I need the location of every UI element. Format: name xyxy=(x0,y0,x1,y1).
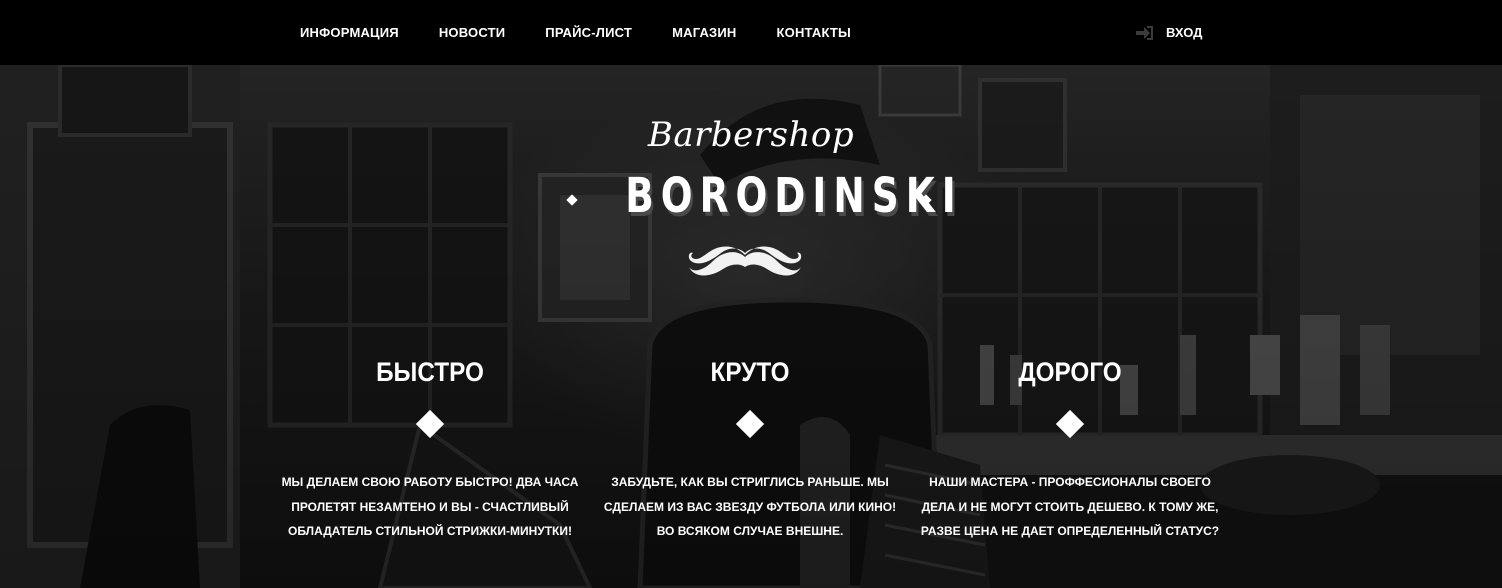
nav-item-price-list[interactable]: ПРАЙС-ЛИСТ xyxy=(545,25,632,40)
logo-script-text: Barbershop xyxy=(647,115,855,155)
logo-left-diamond-icon xyxy=(566,194,578,206)
login-link[interactable]: ВХОД xyxy=(1135,0,1202,65)
feature-fast: БЫСТРО Мы делаем свою работу быстро! Два… xyxy=(275,357,585,544)
diamond-icon xyxy=(1055,409,1085,439)
logo: BORODINSKI xyxy=(560,168,963,230)
sign-in-icon xyxy=(1136,25,1153,40)
main-menu: ИНФОРМАЦИЯ НОВОСТИ ПРАЙС-ЛИСТ МАГАЗИН КО… xyxy=(300,0,891,65)
nav-item-contacts[interactable]: КОНТАКТЫ xyxy=(777,25,851,40)
feature-title: ДОРОГО xyxy=(1018,357,1122,387)
top-navigation: ИНФОРМАЦИЯ НОВОСТИ ПРАЙС-ЛИСТ МАГАЗИН КО… xyxy=(0,0,1502,65)
feature-description: Наши мастера - проффесионалы своего дела… xyxy=(920,475,1220,538)
nav-item-information[interactable]: ИНФОРМАЦИЯ xyxy=(300,25,399,40)
mustache-icon xyxy=(688,246,802,276)
feature-title: БЫСТРО xyxy=(376,357,484,387)
feature-title: КРУТО xyxy=(710,357,790,387)
feature-cool: КРУТО Забудьте, как вы стриглись раньше.… xyxy=(595,357,905,544)
login-label: ВХОД xyxy=(1166,25,1203,40)
feature-description: Мы делаем свою работу быстро! Два часа п… xyxy=(281,475,579,538)
feature-description: Забудьте, как вы стриглись раньше. Мы сд… xyxy=(603,475,897,538)
diamond-icon xyxy=(735,409,765,439)
diamond-icon xyxy=(415,409,445,439)
nav-item-news[interactable]: НОВОСТИ xyxy=(439,25,505,40)
nav-item-shop[interactable]: МАГАЗИН xyxy=(672,25,736,40)
logo-main-text: BORODINSKI xyxy=(625,168,963,224)
hero-section: Barbershop BORODINSKI БЫСТРО Мы делаем с… xyxy=(0,65,1502,588)
feature-expensive: ДОРОГО Наши мастера - проффесионалы свое… xyxy=(915,357,1225,544)
